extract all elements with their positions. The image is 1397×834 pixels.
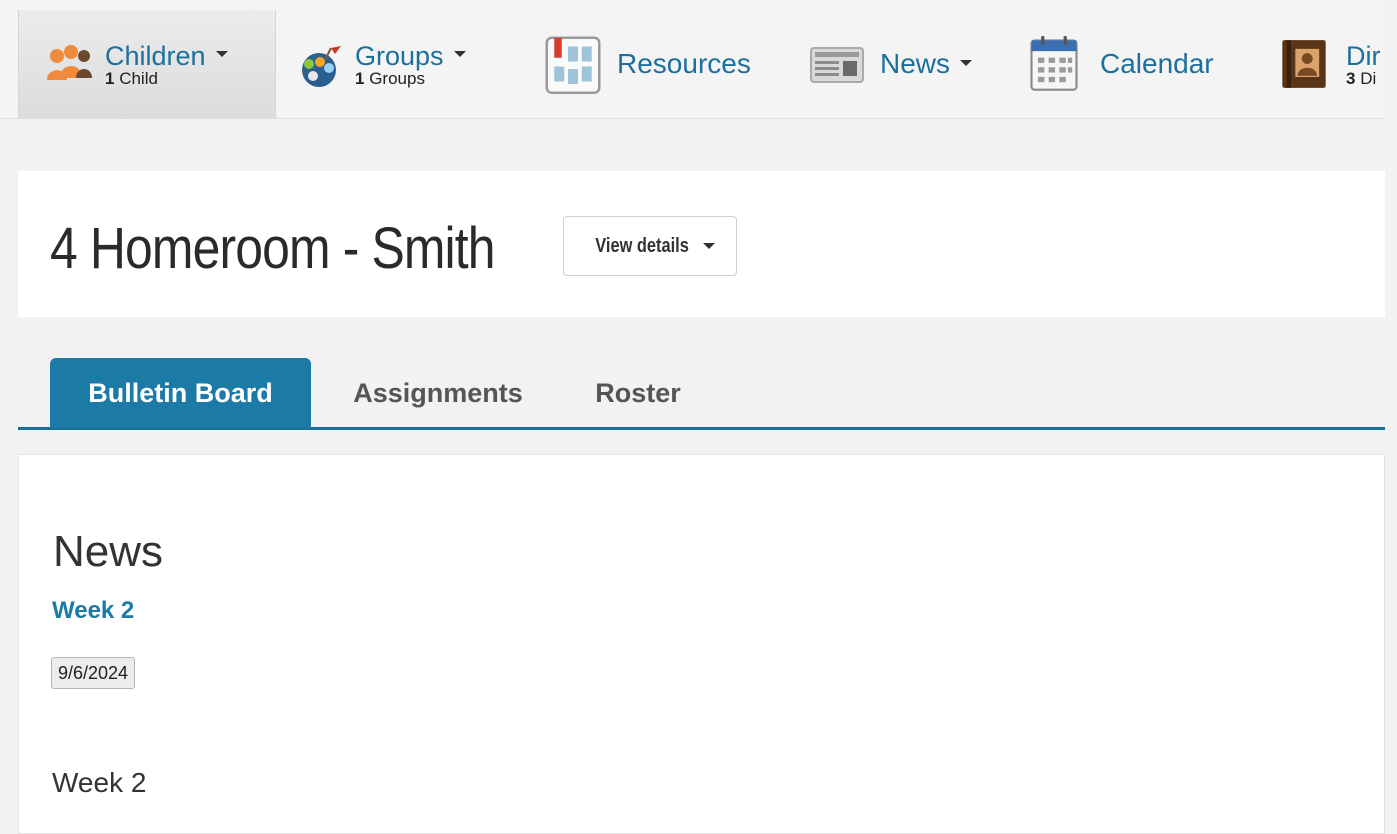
nav-groups-unit: Groups xyxy=(369,68,425,88)
nav-directory-label: Dir xyxy=(1346,40,1381,71)
view-details-label: View details xyxy=(595,234,689,257)
news-section-title: News xyxy=(53,527,164,576)
resources-icon xyxy=(545,36,601,94)
nav-children[interactable]: Children 1 Child xyxy=(18,10,276,118)
tab-bulletin-board[interactable]: Bulletin Board xyxy=(50,358,311,428)
tab-roster[interactable]: Roster xyxy=(573,358,703,428)
nav-children-count: 1 xyxy=(105,68,115,88)
news-item-body: Week 2 xyxy=(52,767,147,798)
nav-directory[interactable]: Dir 3 Di xyxy=(1278,10,1385,118)
nav-children-unit: Child xyxy=(119,68,158,88)
top-navigation: Children 1 Child Groups 1 Groups Resourc… xyxy=(0,0,1385,119)
nav-news-label: News xyxy=(880,48,951,79)
calendar-icon xyxy=(1030,36,1078,91)
nav-groups-count: 1 xyxy=(355,68,365,88)
nav-groups-label: Groups xyxy=(355,40,444,71)
nav-calendar[interactable]: Calendar xyxy=(1028,10,1238,118)
bulletin-board-panel: News Week 2 9/6/2024 Week 2 xyxy=(18,454,1385,834)
page-title: 4 Homeroom - Smith xyxy=(50,216,496,281)
nav-groups[interactable]: Groups 1 Groups xyxy=(295,10,515,118)
nav-resources-label: Resources xyxy=(617,48,751,79)
tab-assignments[interactable]: Assignments xyxy=(328,358,548,428)
news-item-title-link[interactable]: Week 2 xyxy=(52,597,134,625)
group-header: 4 Homeroom - Smith View details xyxy=(18,171,1385,317)
chevron-down-icon xyxy=(960,59,973,66)
nav-children-label: Children xyxy=(105,40,206,71)
nav-directory-count: 3 xyxy=(1346,68,1356,88)
nav-resources[interactable]: Resources xyxy=(543,10,773,118)
tab-bar: Bulletin Board Assignments Roster xyxy=(18,358,1385,434)
nav-directory-unit: Di xyxy=(1360,68,1377,88)
chevron-down-icon xyxy=(215,51,228,58)
nav-news[interactable]: News xyxy=(808,10,998,118)
view-details-button[interactable]: View details xyxy=(563,216,737,276)
caret-down-icon xyxy=(703,243,716,249)
newspaper-icon xyxy=(810,47,864,83)
children-icon xyxy=(47,45,92,80)
directory-book-icon xyxy=(1282,40,1326,88)
news-date-badge: 9/6/2024 xyxy=(51,657,136,689)
nav-calendar-label: Calendar xyxy=(1100,48,1214,79)
groups-icon xyxy=(302,46,341,87)
chevron-down-icon xyxy=(453,51,466,58)
